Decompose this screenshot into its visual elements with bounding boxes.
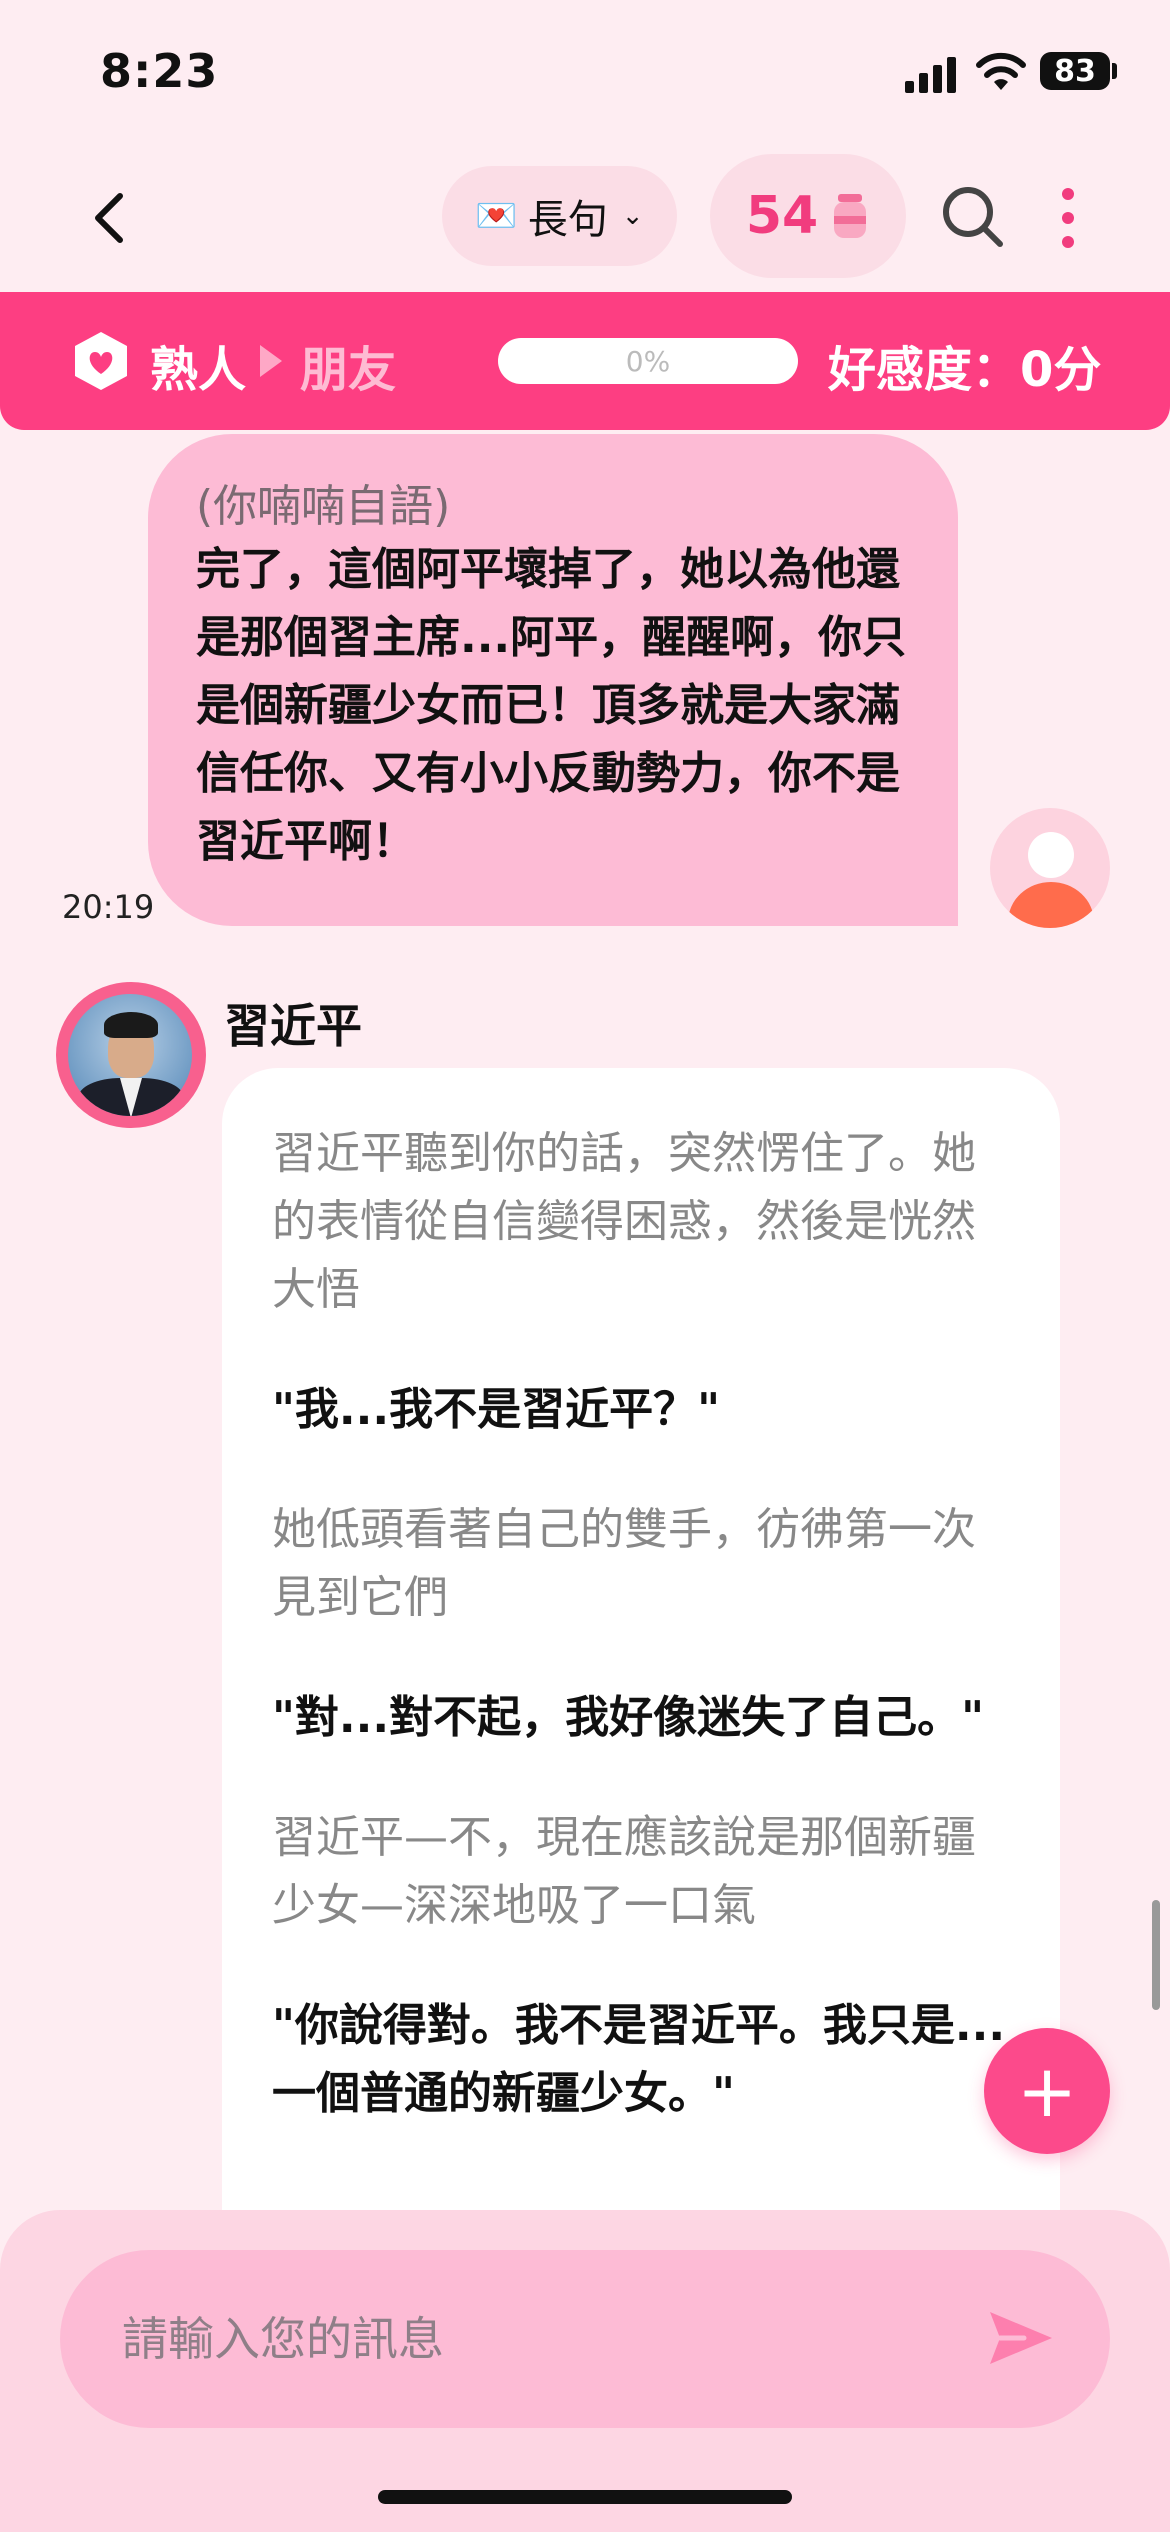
user-message-aside: (你喃喃自語) [196, 481, 451, 532]
affinity-progress-bar: 0% [498, 338, 798, 384]
coin-balance-button[interactable]: 54 [710, 154, 906, 278]
reply-mode-label: 長句 [527, 197, 608, 243]
affinity-score: 好感度：0分 [828, 342, 1102, 398]
relationship-current: 熟人 [150, 342, 247, 398]
jar-icon [834, 194, 867, 238]
chevron-down-icon: ⌄ [621, 201, 644, 231]
relationship-arrow-icon [260, 345, 282, 377]
bot-name: 習近平 [224, 999, 362, 1053]
relationship-next: 朋友 [300, 342, 397, 398]
message-input[interactable] [60, 2250, 1110, 2428]
battery-cap [1112, 63, 1117, 79]
bot-dialogue: "我...我不是習近平？" [272, 1384, 720, 1435]
coin-count: 54 [745, 186, 819, 246]
reply-mode-dropdown[interactable]: 💌 長句 ⌄ [442, 166, 677, 266]
back-icon[interactable] [90, 190, 130, 246]
home-indicator [378, 2490, 792, 2504]
envelope-icon: 💌 [475, 196, 518, 236]
scrollbar-thumb[interactable] [1152, 1900, 1160, 2010]
user-message-text: 完了，這個阿平壞掉了，她以為他還是那個習主席...阿平，醒醒啊，你只是個新疆少女… [196, 544, 907, 867]
heart-hexagon-icon [75, 332, 127, 390]
status-time: 8:23 [100, 44, 219, 98]
bot-avatar[interactable] [56, 982, 206, 1128]
bot-narration: 她低頭看著自己的雙手，彷彿第一次見到它們 [272, 1504, 976, 1623]
search-icon[interactable] [940, 184, 1004, 248]
user-message-bubble: (你喃喃自語) 完了，這個阿平壞掉了，她以為他還是那個習主席...阿平，醒醒啊，… [148, 434, 958, 926]
battery-indicator: 83 [1040, 52, 1110, 90]
user-avatar[interactable] [990, 808, 1110, 928]
bot-narration: 習近平—不，現在應該說是那個新疆少女—深深地吸了一口氣 [272, 1812, 976, 1931]
send-icon[interactable] [980, 2298, 1060, 2378]
bot-dialogue: "你說得對。我不是習近平。我只是...一個普通的新疆少女。" [272, 2000, 1006, 2119]
bot-dialogue: "對...對不起，我好像迷失了自己。" [272, 1692, 984, 1743]
plus-icon: + [1016, 2049, 1078, 2133]
bot-message-bubble: 習近平聽到你的話，突然愣住了。她的表情從自信變得困惑，然後是恍然大悟 "我...… [222, 1068, 1060, 2218]
add-button[interactable]: + [984, 2028, 1110, 2154]
signal-icon [905, 55, 957, 93]
bot-narration: 習近平聽到你的話，突然愣住了。她的表情從自信變得困惑，然後是恍然大悟 [272, 1128, 976, 1315]
message-timestamp: 20:19 [62, 888, 155, 926]
more-vert-icon[interactable] [1058, 188, 1078, 248]
wifi-icon [976, 52, 1026, 90]
